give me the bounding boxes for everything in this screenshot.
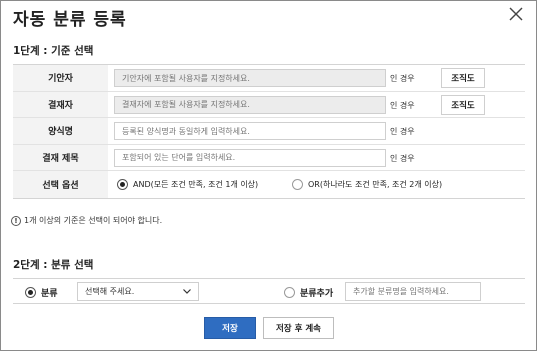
drafter-row: 기안자 인 경우 조직도 xyxy=(13,65,525,92)
approver-label: 결재자 xyxy=(13,91,108,117)
step2-title: 2단계 : 분류 선택 xyxy=(13,259,94,271)
save-and-continue-button[interactable]: 저장 후 계속 xyxy=(263,317,334,339)
classify-label: 분류 xyxy=(41,289,58,299)
approval-title-label: 결재 제목 xyxy=(13,144,108,170)
classify-select-value: 선택해 주세요. xyxy=(85,287,135,296)
options-label: 선택 옵션 xyxy=(13,171,108,198)
options-row: 선택 옵션 AND(모든 조건 만족, 조건 1개 이상) OR(하나라도 조건… xyxy=(13,171,525,199)
chevron-down-icon xyxy=(183,289,191,294)
approver-org-chart-button[interactable]: 조직도 xyxy=(441,94,485,115)
approver-input[interactable] xyxy=(114,95,386,114)
add-classify-label: 분류추가 xyxy=(300,289,334,299)
step1-title: 1단계 : 기준 선택 xyxy=(13,45,94,57)
form-name-label: 양식명 xyxy=(13,118,108,144)
approval-title-suffix: 인 경우 xyxy=(390,153,415,163)
drafter-suffix: 인 경우 xyxy=(390,74,415,83)
drafter-label: 기안자 xyxy=(13,65,108,91)
form-name-input[interactable] xyxy=(114,122,386,140)
or-option[interactable]: OR(하나라도 조건 만족, 조건 2개 이상) xyxy=(292,179,442,190)
classify-option[interactable]: 분류 xyxy=(25,286,58,299)
approver-row: 결재자 인 경우 조직도 xyxy=(13,91,525,118)
criteria-form: 기안자 인 경우 조직도 결재자 인 경우 조직도 양식명 인 경우 결재 제목… xyxy=(13,64,525,199)
classify-select[interactable]: 선택해 주세요. xyxy=(77,282,199,301)
classify-row: 분류 선택해 주세요. 분류추가 xyxy=(13,278,525,304)
close-icon[interactable] xyxy=(508,6,524,22)
or-radio[interactable] xyxy=(292,179,303,190)
and-radio[interactable] xyxy=(117,179,128,190)
info-icon: ! xyxy=(11,215,21,226)
add-classify-radio[interactable] xyxy=(284,287,295,298)
dialog-title: 자동 분류 등록 xyxy=(13,10,127,30)
auto-classify-dialog: 자동 분류 등록 1단계 : 기준 선택 기안자 인 경우 조직도 결재자 인 … xyxy=(0,0,537,351)
notice-text: 1개 이상의 기준은 선택이 되어야 합니다. xyxy=(24,216,163,225)
add-classify-option[interactable]: 분류추가 xyxy=(284,286,333,299)
and-option[interactable]: AND(모든 조건 만족, 조건 1개 이상) xyxy=(117,179,258,190)
approver-suffix: 인 경우 xyxy=(390,100,415,110)
save-button[interactable]: 저장 xyxy=(204,317,256,339)
and-option-label: AND(모든 조건 만족, 조건 1개 이상) xyxy=(133,180,259,189)
form-name-suffix: 인 경우 xyxy=(390,127,415,136)
approval-title-row: 결재 제목 인 경우 xyxy=(13,144,525,171)
approval-title-input[interactable] xyxy=(114,148,386,167)
form-name-row: 양식명 인 경우 xyxy=(13,118,525,145)
or-option-label: OR(하나라도 조건 만족, 조건 2개 이상) xyxy=(308,180,443,189)
drafter-org-chart-button[interactable]: 조직도 xyxy=(441,68,485,88)
drafter-input[interactable] xyxy=(114,69,386,87)
classify-radio[interactable] xyxy=(25,287,36,298)
add-classify-input[interactable] xyxy=(345,282,481,301)
criteria-notice: ! 1개 이상의 기준은 선택이 되어야 합니다. xyxy=(11,215,162,226)
